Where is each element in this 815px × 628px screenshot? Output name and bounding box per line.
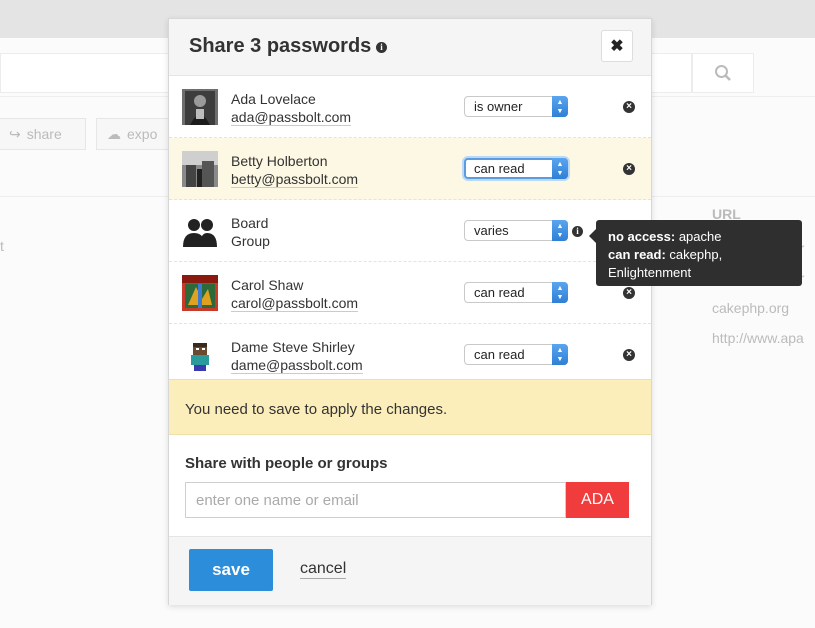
permission-email[interactable]: carol@passbolt.com (231, 295, 359, 312)
permission-select[interactable]: is owner ▲ ▼ (464, 96, 568, 117)
permission-email[interactable]: betty@passbolt.com (231, 171, 359, 188)
unsaved-changes-warning: You need to save to apply the changes. (169, 379, 651, 435)
background-share-button: ↪ share (0, 118, 86, 150)
select-arrows-icon: ▲ ▼ (552, 158, 568, 179)
search-icon (715, 65, 731, 81)
permission-tooltip: no access: apache can read: cakephp, Enl… (589, 220, 802, 286)
permission-type: Group (231, 233, 270, 249)
select-arrows-icon: ▲ ▼ (552, 344, 568, 365)
permission-name: Carol Shaw (231, 277, 304, 293)
permission-email[interactable]: dame@passbolt.com (231, 357, 363, 374)
permission-name: Board (231, 215, 269, 231)
tooltip-key: can read: (608, 247, 666, 262)
permission-select[interactable]: can read ▲ ▼ (464, 344, 568, 365)
tooltip-value: Enlightenment (608, 265, 692, 280)
background-search-button (692, 53, 754, 93)
share-dialog: Share 3 passwords i ✖ Ada Lovelace ada@p… (168, 18, 652, 605)
select-arrows-icon: ▲ ▼ (552, 96, 568, 117)
avatar (182, 337, 218, 373)
info-icon[interactable]: i (572, 226, 583, 237)
permission-row: Dame Steve Shirley dame@passbolt.com can… (169, 324, 651, 378)
dialog-footer: save cancel (169, 536, 651, 605)
remove-icon[interactable]: × (623, 349, 635, 361)
user-initials-avatar: ADA (566, 482, 629, 518)
share-section-label: Share with people or groups (185, 455, 388, 472)
background-url-cell: cakephp.org (712, 300, 790, 316)
tooltip-value: cakephp, (665, 247, 723, 262)
share-search-input[interactable]: enter one name or email (185, 482, 566, 518)
share-icon: ↪ (9, 125, 21, 142)
permission-list[interactable]: Ada Lovelace ada@passbolt.com is owner ▲ ▼… (169, 76, 651, 378)
permission-row: Carol Shaw carol@passbolt.com can read ▲ ▼… (169, 262, 651, 324)
dialog-title: Share 3 passwords (189, 35, 372, 57)
cloud-icon: ☁ (107, 125, 121, 142)
permission-select[interactable]: varies ▲ ▼ (464, 220, 568, 241)
dialog-header: Share 3 passwords i ✖ (169, 19, 651, 76)
cancel-link[interactable]: cancel (300, 560, 347, 579)
permission-name: Ada Lovelace (231, 91, 316, 107)
background-cell: t (0, 238, 4, 254)
select-arrows-icon: ▲ ▼ (552, 220, 568, 241)
save-button[interactable]: save (189, 549, 273, 591)
avatar (182, 275, 218, 311)
permission-select[interactable]: can read ▲ ▼ (464, 158, 568, 179)
tooltip-key: no access: (608, 229, 676, 244)
permission-select[interactable]: can read ▲ ▼ (464, 282, 568, 303)
background-export-button: ☁ expo (96, 118, 176, 150)
info-icon[interactable]: i (376, 42, 387, 53)
permission-email[interactable]: ada@passbolt.com (231, 109, 352, 126)
background-url-cell: http://www.apa (712, 330, 804, 346)
permission-row: Board Group varies ▲ ▼ i (169, 200, 651, 262)
select-arrows-icon: ▲ ▼ (552, 282, 568, 303)
permission-row: Betty Holberton betty@passbolt.com can r… (169, 138, 651, 200)
permission-row: Ada Lovelace ada@passbolt.com is owner ▲ ▼… (169, 76, 651, 138)
group-icon (183, 219, 217, 247)
tooltip-value: apache (675, 229, 722, 244)
permission-name: Betty Holberton (231, 153, 328, 169)
close-button[interactable]: ✖ (601, 30, 633, 62)
remove-icon[interactable]: × (623, 287, 635, 299)
permission-name: Dame Steve Shirley (231, 339, 355, 355)
avatar (182, 89, 218, 125)
avatar (182, 151, 218, 187)
remove-icon[interactable]: × (623, 101, 635, 113)
remove-icon[interactable]: × (623, 163, 635, 175)
